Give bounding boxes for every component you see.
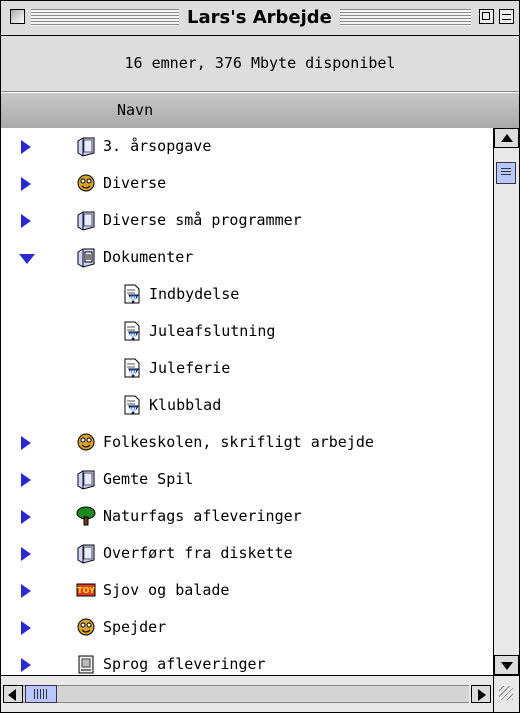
disclosure-triangle-closed-icon[interactable]: [21, 621, 31, 635]
scroll-down-arrow-icon: [501, 662, 513, 670]
disclosure-triangle-closed-icon[interactable]: [21, 436, 31, 450]
item-label[interactable]: Spejder: [103, 618, 166, 636]
scroll-up-arrow-icon: [501, 134, 513, 142]
folder-icon[interactable]: [75, 542, 97, 564]
item-label[interactable]: Gemte Spil: [103, 470, 193, 488]
disclosure-triangle-closed-icon[interactable]: [21, 584, 31, 598]
column-header-label: Navn: [117, 101, 154, 119]
folder-icon[interactable]: [75, 468, 97, 490]
folder-row[interactable]: Overført fra diskette: [1, 535, 493, 572]
item-label[interactable]: Klubblad: [149, 396, 221, 414]
folder-row[interactable]: Folkeskolen, skrifligt arbejde: [1, 424, 493, 461]
disclosure-triangle-closed-icon[interactable]: [21, 214, 31, 228]
resize-grow-box[interactable]: [493, 675, 519, 712]
svg-text:W: W: [130, 333, 137, 340]
disclosure-triangle-open-icon[interactable]: [19, 254, 35, 264]
svg-text:TOY: TOY: [77, 586, 95, 595]
svg-text:W: W: [130, 296, 137, 303]
window-title: Lars's Arbejde: [179, 6, 340, 30]
folder-row[interactable]: Dokumenter: [1, 239, 493, 276]
item-label[interactable]: Dokumenter: [103, 248, 193, 266]
document-row[interactable]: W Indbydelse: [1, 276, 493, 313]
horizontal-scroll-track[interactable]: [23, 685, 469, 703]
text-document-icon[interactable]: W: [121, 394, 143, 416]
folder-row[interactable]: TOY Sjov og balade: [1, 572, 493, 609]
disclosure-triangle-closed-icon[interactable]: [21, 547, 31, 561]
scroll-left-arrow-icon: [8, 689, 16, 701]
folder-icon[interactable]: [75, 209, 97, 231]
scroll-left-button[interactable]: [3, 685, 23, 703]
custom-folder-icon[interactable]: [75, 172, 97, 194]
horizontal-scrollbar[interactable]: [1, 675, 493, 712]
scroll-down-button[interactable]: [494, 655, 519, 675]
tree-folder-icon[interactable]: [75, 505, 97, 527]
item-label[interactable]: Sjov og balade: [103, 581, 229, 599]
svg-text:W: W: [130, 370, 137, 377]
item-label[interactable]: Juleferie: [149, 359, 230, 377]
disclosure-triangle-closed-icon[interactable]: [21, 140, 31, 154]
item-label[interactable]: Overført fra diskette: [103, 544, 293, 562]
folder-row[interactable]: Gemte Spil: [1, 461, 493, 498]
disclosure-triangle-closed-icon[interactable]: [21, 177, 31, 191]
document-row[interactable]: W Juleferie: [1, 350, 493, 387]
column-header-name[interactable]: Navn: [1, 92, 519, 129]
horizontal-scroll-thumb[interactable]: [25, 685, 57, 703]
finder-window: Lars's Arbejde 16 emner, 376 Mbyte dispo…: [0, 0, 520, 713]
item-label[interactable]: Juleafslutning: [149, 322, 275, 340]
item-label[interactable]: Indbydelse: [149, 285, 239, 303]
item-label[interactable]: Diverse: [103, 174, 166, 192]
disclosure-triangle-closed-icon[interactable]: [21, 510, 31, 524]
zoom-box-button[interactable]: [479, 9, 494, 24]
folder-icon[interactable]: [75, 135, 97, 157]
svg-text:W: W: [130, 407, 137, 414]
item-label[interactable]: Folkeskolen, skrifligt arbejde: [103, 433, 374, 451]
window-shade-button[interactable]: [499, 9, 514, 24]
folder-row[interactable]: Diverse små programmer: [1, 202, 493, 239]
document-row[interactable]: W Klubblad: [1, 387, 493, 424]
disclosure-triangle-closed-icon[interactable]: [21, 658, 31, 672]
text-document-icon[interactable]: W: [121, 320, 143, 342]
custom-folder-icon[interactable]: [75, 616, 97, 638]
scroll-up-button[interactable]: [494, 128, 519, 148]
scroll-right-button[interactable]: [471, 685, 491, 703]
item-label[interactable]: Naturfags afleveringer: [103, 507, 302, 525]
folder-row[interactable]: Naturfags afleveringer: [1, 498, 493, 535]
disclosure-triangle-closed-icon[interactable]: [21, 473, 31, 487]
folder-info-bar: 16 emner, 376 Mbyte disponibel: [1, 36, 519, 92]
text-document-icon[interactable]: W: [121, 283, 143, 305]
item-label[interactable]: 3. årsopgave: [103, 137, 211, 155]
folder-row[interactable]: 3. årsopgave: [1, 128, 493, 165]
custom-folder-icon[interactable]: [75, 431, 97, 453]
documents-folder-icon[interactable]: [75, 246, 97, 268]
vertical-scrollbar[interactable]: [493, 128, 519, 675]
item-label[interactable]: Diverse små programmer: [103, 211, 302, 229]
file-list: 3. årsopgave Diverse Diverse små programme…: [1, 128, 493, 675]
vertical-scroll-thumb[interactable]: [496, 162, 516, 184]
folder-row[interactable]: Spejder: [1, 609, 493, 646]
toy-folder-icon[interactable]: TOY: [75, 579, 97, 601]
folder-info-text: 16 emner, 376 Mbyte disponibel: [124, 54, 396, 72]
close-box-button[interactable]: [10, 9, 25, 24]
title-bar[interactable]: Lars's Arbejde: [1, 1, 519, 36]
notepad-folder-icon[interactable]: [75, 653, 97, 675]
scroll-right-arrow-icon: [478, 689, 486, 701]
text-document-icon[interactable]: W: [121, 357, 143, 379]
document-row[interactable]: W Juleafslutning: [1, 313, 493, 350]
item-label[interactable]: Sprog afleveringer: [103, 655, 266, 673]
folder-row[interactable]: Diverse: [1, 165, 493, 202]
